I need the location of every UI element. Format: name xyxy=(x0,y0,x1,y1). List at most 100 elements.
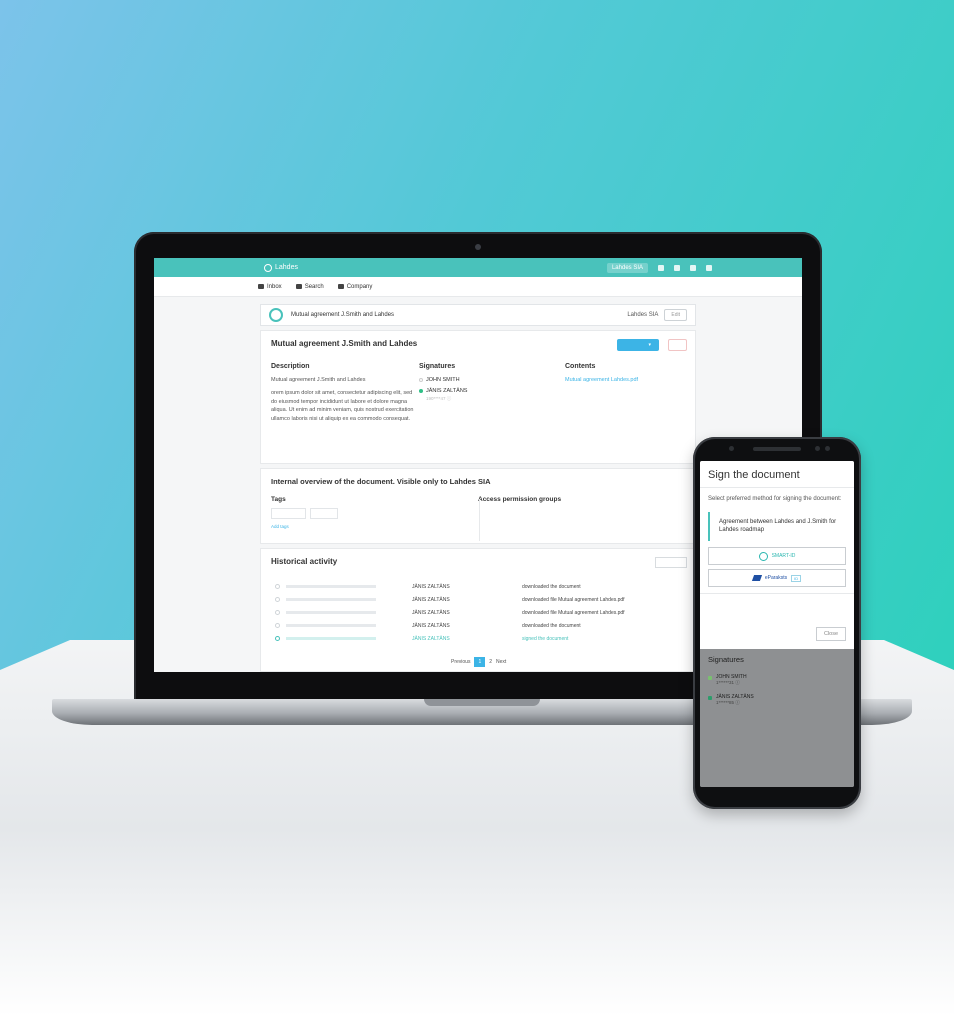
history-timestamp xyxy=(286,598,376,601)
phone-camera xyxy=(815,446,820,451)
notifications-icon[interactable] xyxy=(658,264,664,271)
history-action: downloaded the document xyxy=(522,583,581,590)
edit-button[interactable]: Edit xyxy=(664,309,687,321)
document-header-title: Mutual agreement J.Smith and Lahdes xyxy=(291,312,395,318)
history-bullet-icon xyxy=(275,623,280,628)
divider xyxy=(700,593,854,595)
history-bullet-icon xyxy=(275,597,280,602)
phone-signer-id: 1******85 ⓘ xyxy=(716,700,740,705)
signer-name: JOHN SMITH xyxy=(426,376,460,383)
signer-signed-icon xyxy=(419,389,423,394)
history-user: JĀNIS ZALTĀNS xyxy=(412,596,450,603)
smart-id-button[interactable]: SMART-ID xyxy=(708,547,846,566)
history-user: JĀNIS ZALTĀNS xyxy=(412,609,450,616)
laptop-notch xyxy=(424,699,540,706)
document-actions-button[interactable]: ▾ xyxy=(616,339,659,351)
document-status-icon xyxy=(269,308,283,322)
history-row: JĀNIS ZALTĀNS downloaded the document xyxy=(271,580,685,593)
nav-inbox-label: Inbox xyxy=(267,283,282,290)
phone-signatures-heading: Signatures xyxy=(708,655,744,664)
document-company: Lahdes SIA xyxy=(627,312,659,318)
signer-signed-icon xyxy=(708,696,712,700)
smart-id-label: SMART-ID xyxy=(771,553,796,560)
divider xyxy=(479,499,480,541)
pager-next[interactable]: Next xyxy=(496,659,506,665)
laptop-camera xyxy=(475,244,481,250)
add-access-link[interactable] xyxy=(478,508,685,513)
signatures-heading: Signatures xyxy=(419,363,456,370)
history-timestamp xyxy=(286,585,376,588)
tag-chip[interactable] xyxy=(271,508,306,519)
signatures-section: Signatures JOHN SMITH JĀNIS ZALTĀNS 190*… xyxy=(419,362,565,423)
logout-icon[interactable] xyxy=(706,264,712,271)
internal-overview-card: Internal overview of the document. Visib… xyxy=(260,468,696,544)
nav-inbox[interactable]: Inbox xyxy=(258,284,282,290)
history-row: JĀNIS ZALTĀNS downloaded the document xyxy=(271,619,685,632)
contents-section: Contents Mutual agreement Lahdes.pdf xyxy=(565,362,638,423)
history-action: signed the document xyxy=(522,635,569,642)
history-timestamp xyxy=(286,624,376,627)
history-bullet-icon xyxy=(275,636,280,641)
delete-button[interactable] xyxy=(668,339,687,351)
download-history-button[interactable] xyxy=(654,557,687,568)
user-menu[interactable]: Lahdes SIA xyxy=(606,262,648,273)
eparaksts-label: eParaksts xyxy=(764,575,788,582)
description-short: Mutual agreement J.Smith and Lahdes xyxy=(271,376,366,383)
signer-id: 190****47 ⓘ xyxy=(426,395,452,401)
smart-id-icon xyxy=(758,551,768,561)
close-button[interactable]: Close xyxy=(815,627,846,641)
sign-modal: Sign the document Select preferred metho… xyxy=(700,461,854,649)
history-user: JĀNIS ZALTĀNS xyxy=(412,635,450,642)
document-card: Mutual agreement J.Smith and Lahdes ▾ De… xyxy=(260,330,696,464)
app-logo[interactable]: Lahdes xyxy=(264,263,298,272)
history-user: JĀNIS ZALTĀNS xyxy=(412,622,450,629)
pager-previous[interactable]: Previous xyxy=(451,659,470,665)
history-bullet-icon xyxy=(275,584,280,589)
phone-signer-id: 1******31 ⓘ xyxy=(716,680,740,685)
logo-text: Lahdes xyxy=(275,264,298,271)
messages-icon[interactable] xyxy=(674,264,680,271)
phone-speaker xyxy=(753,447,801,451)
signer-signed-icon xyxy=(708,676,712,680)
pager-page-2[interactable]: 2 xyxy=(489,659,492,665)
eparaksts-icon xyxy=(751,575,762,582)
nav-company[interactable]: Company xyxy=(337,283,373,290)
nav-search[interactable]: Search xyxy=(295,283,324,290)
internal-title: Internal overview of the document. Visib… xyxy=(271,477,491,486)
eparaksts-button[interactable]: eParaksts ID xyxy=(708,569,846,588)
add-tags-link[interactable]: Add tags xyxy=(271,524,478,529)
history-list: JĀNIS ZALTĀNS downloaded the document JĀ… xyxy=(271,580,685,645)
history-row: JĀNIS ZALTĀNS signed the document xyxy=(271,632,685,645)
pager-page-1[interactable]: 1 xyxy=(474,657,486,667)
settings-icon[interactable] xyxy=(690,264,696,271)
nav-search-label: Search xyxy=(304,283,324,290)
sign-modal-title: Sign the document xyxy=(700,461,854,488)
access-section: Access permission groups xyxy=(478,496,685,529)
phone: Sign the document Select preferred metho… xyxy=(693,437,861,809)
history-action: downloaded the document xyxy=(522,622,581,629)
phone-background-page: Signatures JOHN SMITH 1******31 ⓘ JĀNIS … xyxy=(700,649,854,787)
sign-modal-subtitle: Select preferred method for signing the … xyxy=(708,496,842,502)
phone-sensor xyxy=(825,446,830,451)
description-section: Description Mutual agreement J.Smith and… xyxy=(271,362,419,423)
access-heading: Access permission groups xyxy=(478,496,562,503)
description-body: orem ipsum dolor sit amet, consectetur a… xyxy=(271,390,414,422)
history-timestamp xyxy=(286,637,376,640)
sign-modal-document: Agreement between Lahdes and J.Smith for… xyxy=(708,511,846,542)
phone-signer-row: JOHN SMITH 1******31 ⓘ xyxy=(708,674,846,686)
history-action: downloaded file Mutual agreement Lahdes.… xyxy=(522,609,625,616)
history-title: Historical activity xyxy=(271,557,338,566)
contents-heading: Contents xyxy=(565,363,596,370)
signer-row: JĀNIS ZALTĀNS 190****47 ⓘ xyxy=(419,387,565,402)
phone-sensor xyxy=(729,446,734,451)
tag-chip[interactable] xyxy=(309,508,339,519)
history-row: JĀNIS ZALTĀNS downloaded file Mutual agr… xyxy=(271,593,685,606)
phone-screen: Sign the document Select preferred metho… xyxy=(700,461,854,787)
document-header: Mutual agreement J.Smith and Lahdes Lahd… xyxy=(260,304,696,326)
history-user: JĀNIS ZALTĀNS xyxy=(412,583,450,590)
app-topbar: Lahdes Lahdes SIA xyxy=(154,258,802,277)
nav-company-label: Company xyxy=(346,283,373,290)
tags-heading: Tags xyxy=(271,496,286,503)
main-nav: Inbox Search Company xyxy=(154,277,802,297)
content-file-link[interactable]: Mutual agreement Lahdes.pdf xyxy=(565,376,638,385)
